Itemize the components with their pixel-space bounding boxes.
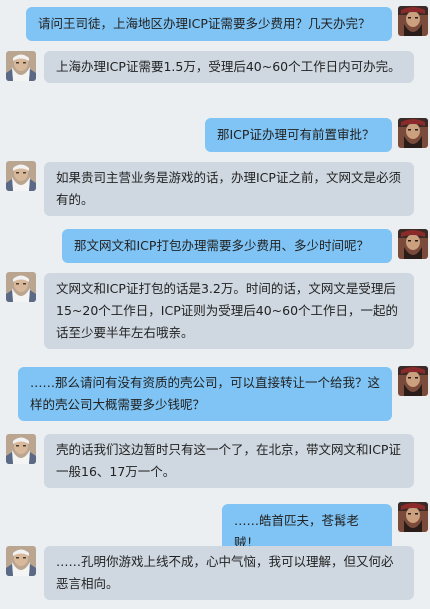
user-avatar-icon[interactable]: [398, 502, 428, 532]
reply-avatar-icon[interactable]: [6, 272, 36, 302]
reply-message-bubble[interactable]: 壳的话我们这边暂时只有这一个了，在北京，带文网文和ICP证一般16、17万一个。: [44, 434, 414, 488]
user-avatar-icon[interactable]: [398, 366, 428, 396]
user-message-bubble[interactable]: 请问王司徒，上海地区办理ICP证需要多少费用？几天办完？: [26, 7, 392, 41]
user-avatar-icon[interactable]: [398, 6, 428, 36]
reply-avatar-icon[interactable]: [6, 434, 36, 464]
reply-message-bubble[interactable]: 如果贵司主营业务是游戏的话，办理ICP证之前，文网文是必须有的。: [44, 162, 414, 216]
reply-message-bubble[interactable]: 文网文和ICP证打包的话是3.2万。时间的话，文网文是受理后15~20个工作日，…: [44, 273, 414, 349]
user-message-bubble[interactable]: 那文网文和ICP打包办理需要多少费用、多少时间呢？: [62, 229, 392, 263]
reply-message-bubble[interactable]: ……孔明你游戏上线不成，心中气恼，我可以理解，但又何必恶言相向。: [44, 546, 414, 600]
user-message-bubble[interactable]: ……那么请问有没有资质的壳公司，可以直接转让一个给我？这样的壳公司大概需要多少钱…: [18, 367, 392, 421]
reply-avatar-icon[interactable]: [6, 51, 36, 81]
user-avatar-icon[interactable]: [398, 118, 428, 148]
reply-message-bubble[interactable]: 上海办理ICP证需要1.5万，受理后40~60个工作日内可办完。: [44, 51, 414, 83]
user-message-bubble[interactable]: 那ICP证办理可有前置审批？: [205, 118, 392, 152]
chat-thread: 请问王司徒，上海地区办理ICP证需要多少费用？几天办完？ 上海办理ICP证需要1…: [0, 0, 430, 609]
reply-avatar-icon[interactable]: [6, 161, 36, 191]
reply-avatar-icon[interactable]: [6, 546, 36, 576]
user-avatar-icon[interactable]: [398, 229, 428, 259]
